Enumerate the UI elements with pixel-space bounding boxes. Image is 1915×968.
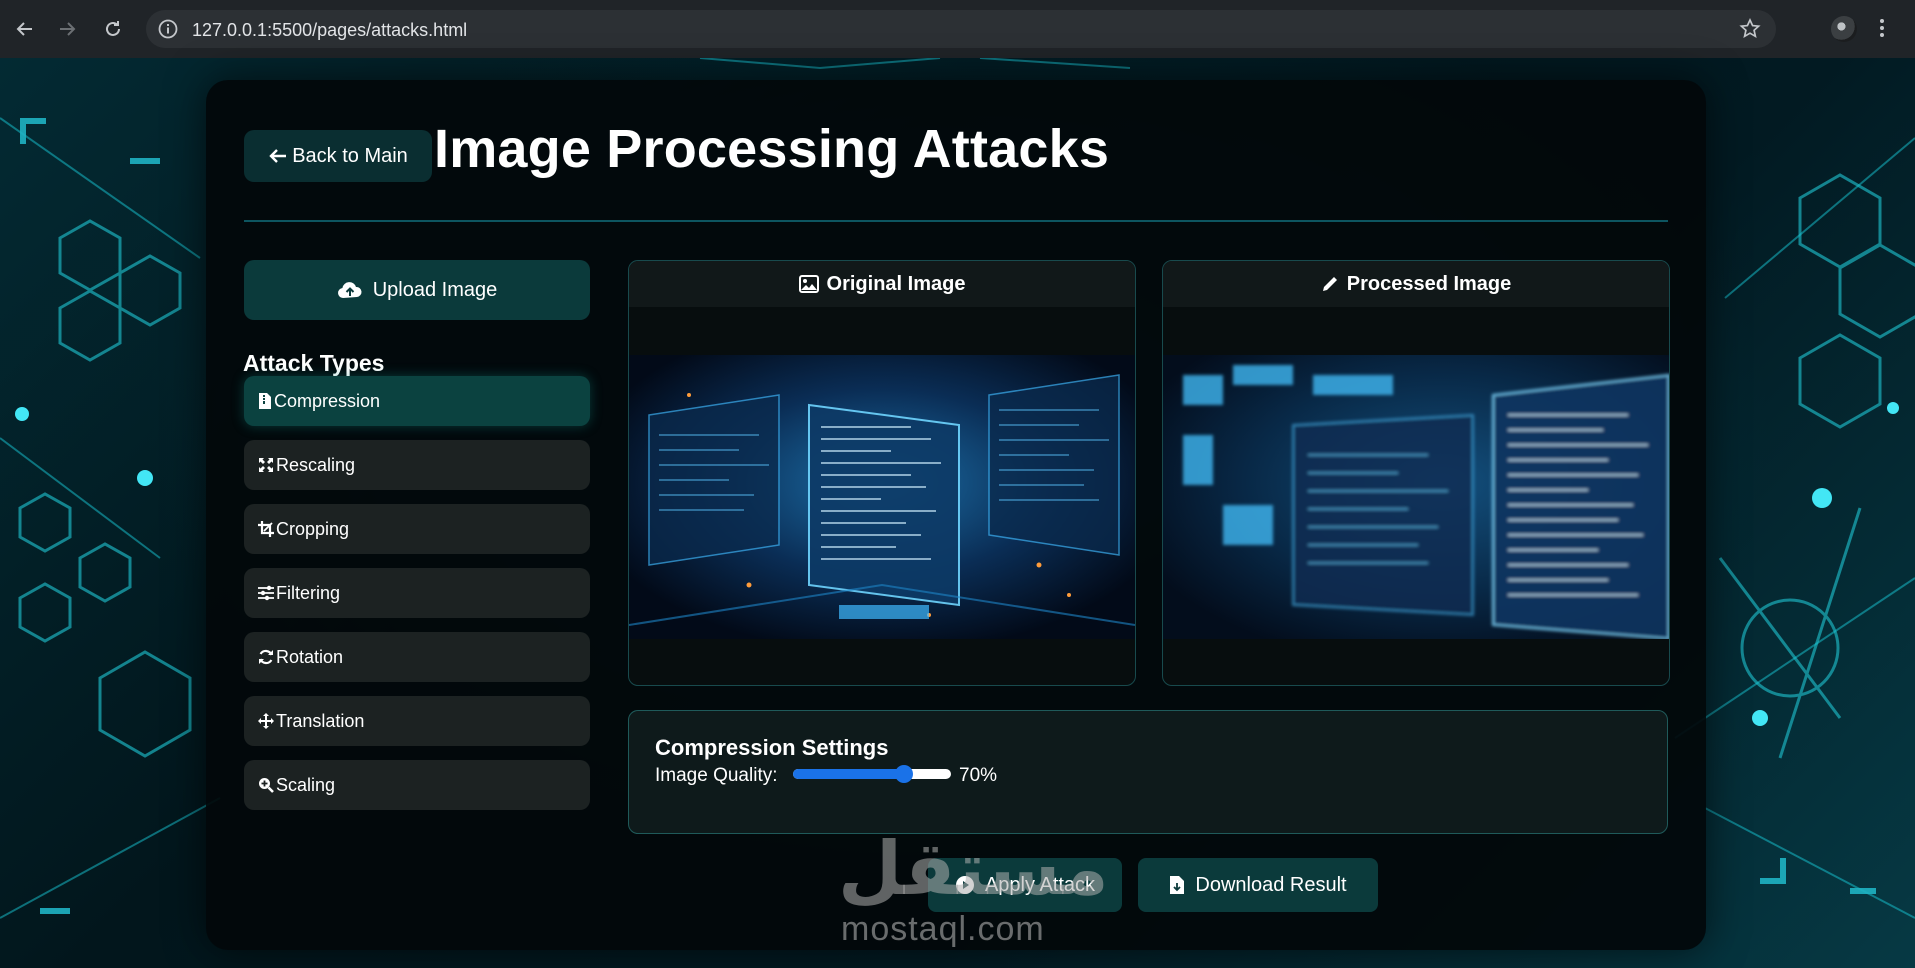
attack-item-label: Filtering bbox=[276, 582, 341, 603]
settings-title: Compression Settings bbox=[655, 735, 889, 760]
watermark-latin: mostaql.com bbox=[841, 910, 1045, 948]
menu-kebab-icon[interactable] bbox=[1878, 16, 1886, 45]
attack-item-label: Rotation bbox=[276, 646, 344, 667]
file-zip-icon bbox=[259, 393, 271, 409]
back-to-main-button[interactable]: Back to Main bbox=[244, 130, 432, 182]
forward-arrow-icon[interactable] bbox=[52, 14, 82, 44]
upload-image-label: Upload Image bbox=[372, 278, 498, 301]
cloud-upload-icon bbox=[337, 282, 362, 298]
image-quality-slider[interactable] bbox=[793, 765, 951, 783]
attack-item-label: Scaling bbox=[276, 774, 336, 795]
header-divider bbox=[244, 220, 1668, 222]
sliders-icon bbox=[258, 585, 274, 601]
processed-image-header: Processed Image bbox=[1163, 261, 1669, 307]
attack-item-rescaling[interactable]: Rescaling bbox=[244, 440, 590, 490]
attack-item-translation[interactable]: Translation bbox=[244, 696, 590, 746]
rotate-icon bbox=[259, 649, 273, 665]
compression-settings-panel: Compression Settings Image Quality: 70% bbox=[628, 710, 1668, 834]
address-bar[interactable]: 127.0.0.1:5500/pages/attacks.html bbox=[146, 10, 1776, 48]
image-quality-label: Image Quality: bbox=[655, 765, 778, 786]
arrow-left-icon bbox=[269, 149, 287, 163]
upload-image-button[interactable]: Upload Image bbox=[244, 260, 590, 320]
expand-arrows-icon bbox=[259, 458, 273, 472]
profile-avatar[interactable] bbox=[1831, 16, 1857, 42]
attack-item-label: Translation bbox=[276, 710, 365, 731]
original-image[interactable] bbox=[629, 355, 1135, 639]
processed-code-picture bbox=[1163, 355, 1669, 639]
move-arrows-icon bbox=[258, 713, 274, 729]
attack-types-heading: Attack Types bbox=[243, 350, 385, 376]
attack-type-list: Compression Rescaling Cropping Filtering… bbox=[244, 376, 590, 824]
attacks-card: Back to Main Image Processing Attacks Up… bbox=[206, 80, 1706, 950]
attack-item-label: Cropping bbox=[276, 518, 350, 539]
back-arrow-icon[interactable] bbox=[10, 14, 40, 44]
attack-item-scaling[interactable]: Scaling bbox=[244, 760, 590, 810]
image-icon bbox=[798, 275, 819, 293]
attack-item-compression[interactable]: Compression bbox=[244, 376, 590, 426]
attack-item-rotation[interactable]: Rotation bbox=[244, 632, 590, 682]
download-result-button[interactable]: Download Result bbox=[1138, 858, 1378, 912]
slider-fill bbox=[793, 769, 904, 779]
attack-item-filtering[interactable]: Filtering bbox=[244, 568, 590, 618]
file-download-icon bbox=[1170, 876, 1185, 894]
processed-image-title: Processed Image bbox=[1346, 272, 1512, 295]
bookmark-star-icon[interactable] bbox=[1738, 17, 1762, 46]
url-text: 127.0.0.1:5500/pages/attacks.html bbox=[192, 20, 468, 40]
original-image-panel: Original Image bbox=[628, 260, 1136, 686]
cyber-code-picture bbox=[629, 355, 1135, 639]
attack-item-label: Compression bbox=[274, 390, 381, 411]
zoom-in-icon bbox=[259, 778, 274, 793]
original-image-title: Original Image bbox=[826, 272, 966, 295]
processed-image[interactable] bbox=[1163, 355, 1669, 639]
browser-toolbar: 127.0.0.1:5500/pages/attacks.html bbox=[0, 0, 1915, 59]
site-info-icon[interactable] bbox=[156, 17, 180, 46]
attack-item-cropping[interactable]: Cropping bbox=[244, 504, 590, 554]
reload-icon[interactable] bbox=[98, 14, 128, 44]
back-to-main-label: Back to Main bbox=[292, 144, 408, 167]
attack-item-label: Rescaling bbox=[276, 454, 356, 475]
watermark-arabic: مستقل bbox=[838, 826, 1109, 912]
image-quality-value: 70% bbox=[959, 765, 998, 786]
download-result-label: Download Result bbox=[1195, 873, 1347, 896]
slider-thumb[interactable] bbox=[894, 765, 913, 783]
crop-icon bbox=[258, 521, 274, 537]
pencil-icon bbox=[1322, 277, 1337, 291]
page-title: Image Processing Attacks bbox=[434, 119, 1110, 179]
original-image-header: Original Image bbox=[629, 261, 1135, 307]
processed-image-panel: Processed Image bbox=[1162, 260, 1670, 686]
